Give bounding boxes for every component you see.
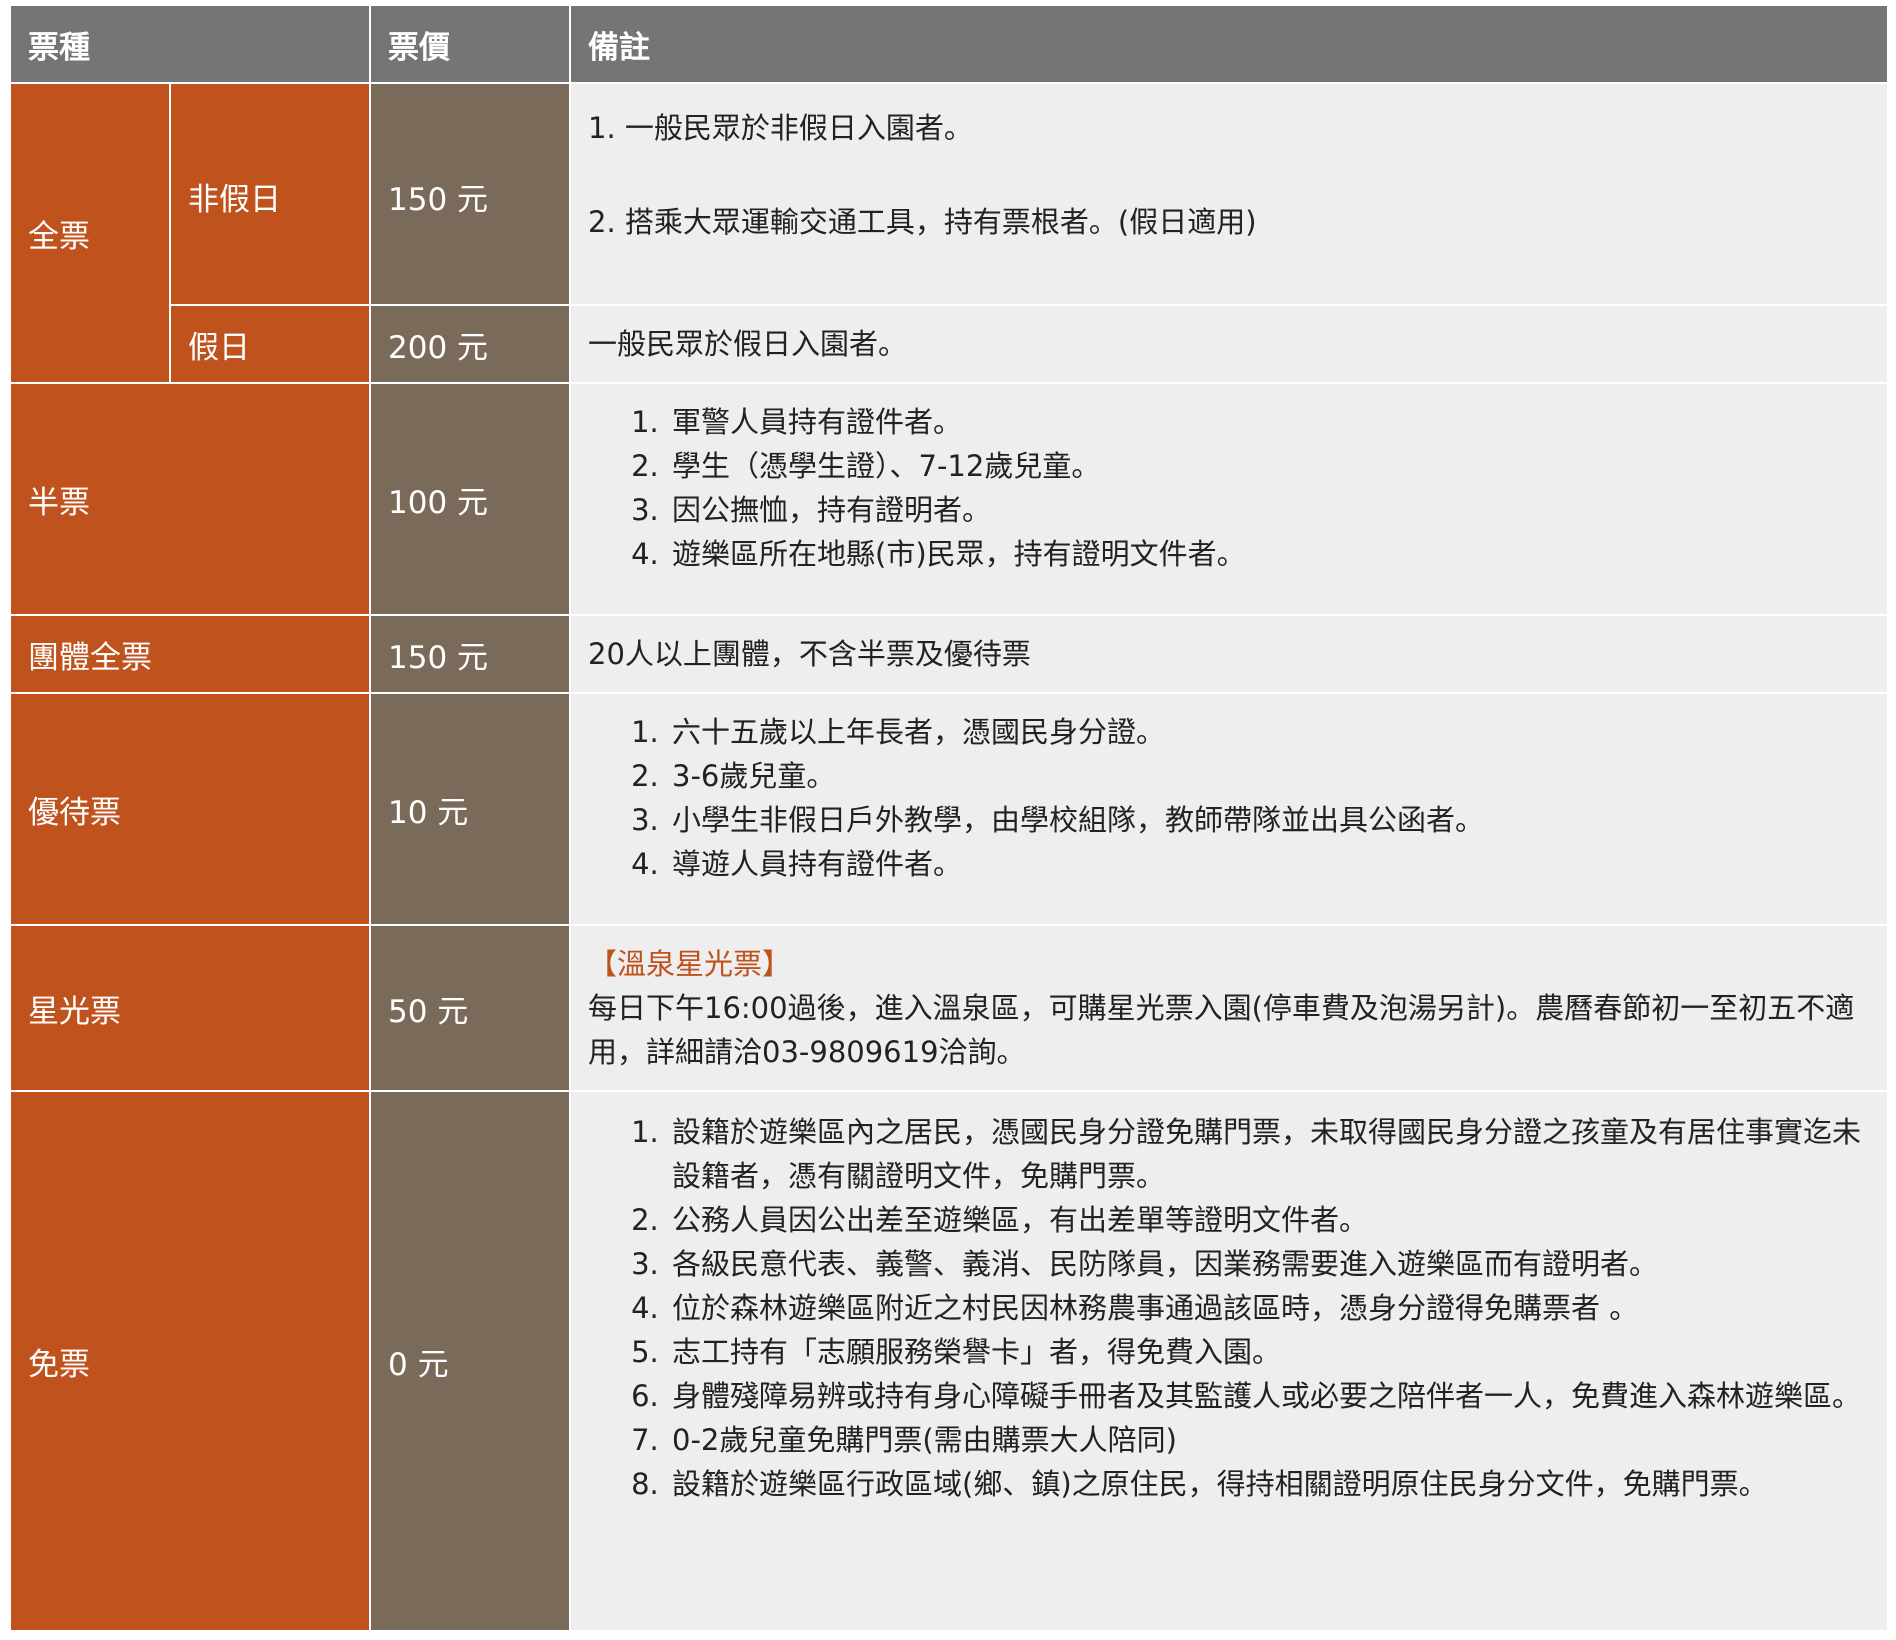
list-item: 因公撫恤，持有證明者。 — [668, 488, 1870, 532]
list-item: 志工持有「志願服務榮譽卡」者，得免費入園。 — [668, 1330, 1870, 1374]
list-item: 身體殘障易辨或持有身心障礙手冊者及其監護人或必要之陪伴者一人，免費進入森林遊樂區… — [668, 1374, 1870, 1418]
concession-ticket-label: 優待票 — [9, 692, 371, 926]
full-holiday-label: 假日 — [169, 304, 371, 384]
half-ticket-label: 半票 — [9, 382, 371, 616]
table-row: 半票 100 元 軍警人員持有證件者。 學生（憑學生證）、7-12歲兒童。 因公… — [9, 382, 1889, 616]
header-price: 票價 — [369, 4, 571, 84]
list-item: 公務人員因公出差至遊樂區，有出差單等證明文件者。 — [668, 1198, 1870, 1242]
table-row: 優待票 10 元 六十五歲以上年長者，憑國民身分證。 3-6歲兒童。 小學生非假… — [9, 692, 1889, 926]
half-ticket-price: 100 元 — [369, 382, 571, 616]
free-ticket-note: 設籍於遊樂區內之居民，憑國民身分證免購門票，未取得國民身分證之孩童及有居住事實迄… — [569, 1090, 1889, 1632]
full-weekday-price: 150 元 — [369, 82, 571, 306]
list-item: 導遊人員持有證件者。 — [668, 842, 1870, 886]
list-item: 設籍於遊樂區行政區域(鄉、鎮)之原住民，得持相關證明原住民身分文件，免購門票。 — [668, 1462, 1870, 1506]
free-ticket-price: 0 元 — [369, 1090, 571, 1632]
table-row: 全票 非假日 150 元 1. 一般民眾於非假日入園者。 2. 搭乘大眾運輸交通… — [9, 82, 1889, 384]
full-weekday-label: 非假日 — [169, 82, 371, 306]
starlight-ticket-note: 【溫泉星光票】 每日下午16:00過後，進入溫泉區，可購星光票入園(停車費及泡湯… — [569, 924, 1889, 1092]
header-ticket-type: 票種 — [9, 4, 371, 84]
table-header-row: 票種 票價 備註 — [9, 4, 1889, 84]
list-item: 3-6歲兒童。 — [668, 754, 1870, 798]
starlight-highlight-title: 【溫泉星光票】 — [588, 947, 792, 981]
group-ticket-price: 150 元 — [369, 614, 571, 694]
list-item: 遊樂區所在地縣(市)民眾，持有證明文件者。 — [668, 532, 1870, 576]
list-item: 位於森林遊樂區附近之村民因林務農事通過該區時，憑身分證得免購票者 。 — [668, 1286, 1870, 1330]
list-item: 小學生非假日戶外教學，由學校組隊，教師帶隊並出具公函者。 — [668, 798, 1870, 842]
concession-ticket-note: 六十五歲以上年長者，憑國民身分證。 3-6歲兒童。 小學生非假日戶外教學，由學校… — [569, 692, 1889, 926]
note-line: 1. 一般民眾於非假日入園者。 — [588, 111, 973, 145]
list-item: 六十五歲以上年長者，憑國民身分證。 — [668, 710, 1870, 754]
full-holiday-price: 200 元 — [369, 304, 571, 384]
full-holiday-note: 一般民眾於假日入園者。 — [569, 304, 1889, 384]
half-ticket-note: 軍警人員持有證件者。 學生（憑學生證）、7-12歲兒童。 因公撫恤，持有證明者。… — [569, 382, 1889, 616]
full-ticket-label: 全票 — [9, 82, 171, 384]
group-ticket-label: 團體全票 — [9, 614, 371, 694]
table-row: 團體全票 150 元 20人以上團體，不含半票及優待票 — [9, 614, 1889, 694]
list-item: 學生（憑學生證）、7-12歲兒童。 — [668, 444, 1870, 488]
free-ticket-label: 免票 — [9, 1090, 371, 1632]
full-weekday-note: 1. 一般民眾於非假日入園者。 2. 搭乘大眾運輸交通工具，持有票根者。(假日適… — [569, 82, 1889, 306]
table-row: 免票 0 元 設籍於遊樂區內之居民，憑國民身分證免購門票，未取得國民身分證之孩童… — [9, 1090, 1889, 1632]
concession-ticket-price: 10 元 — [369, 692, 571, 926]
list-item: 設籍於遊樂區內之居民，憑國民身分證免購門票，未取得國民身分證之孩童及有居住事實迄… — [668, 1110, 1870, 1198]
starlight-description: 每日下午16:00過後，進入溫泉區，可購星光票入園(停車費及泡湯另計)。農曆春節… — [588, 991, 1855, 1069]
table-row: 假日 200 元 一般民眾於假日入園者。 — [10, 304, 1889, 384]
ticket-fare-table: 票種 票價 備註 全票 非假日 150 元 1. 一般民眾於非假日入園者。 2.… — [9, 4, 1889, 1632]
table-row: 星光票 50 元 【溫泉星光票】 每日下午16:00過後，進入溫泉區，可購星光票… — [9, 924, 1889, 1092]
list-item: 0-2歲兒童免購門票(需由購票大人陪同) — [668, 1418, 1870, 1462]
list-item: 軍警人員持有證件者。 — [668, 400, 1870, 444]
group-ticket-note: 20人以上團體，不含半票及優待票 — [569, 614, 1889, 694]
note-line: 2. 搭乘大眾運輸交通工具，持有票根者。(假日適用) — [588, 205, 1257, 239]
starlight-ticket-label: 星光票 — [9, 924, 371, 1092]
header-note: 備註 — [569, 4, 1889, 84]
starlight-ticket-price: 50 元 — [369, 924, 571, 1092]
list-item: 各級民意代表、義警、義消、民防隊員，因業務需要進入遊樂區而有證明者。 — [668, 1242, 1870, 1286]
